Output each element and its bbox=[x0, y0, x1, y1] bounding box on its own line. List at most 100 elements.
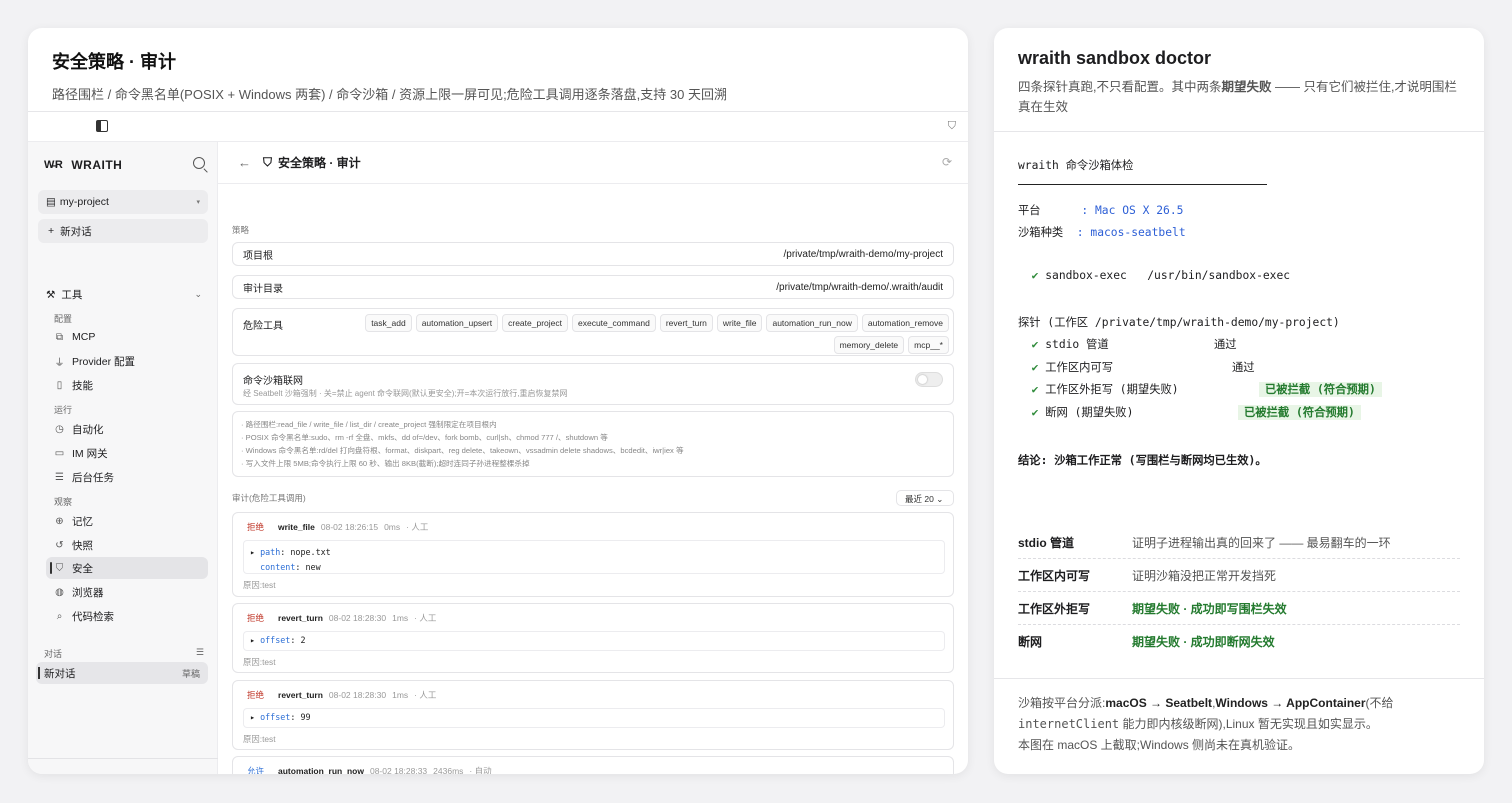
sidebar-item-skills[interactable]: ▯ 技能 bbox=[46, 374, 208, 396]
recent-count-select[interactable]: 最近 20 ⌄ bbox=[896, 490, 954, 506]
sandbox-doctor-card: wraith sandbox doctor 四条探针真跑,不只看配置。其中两条期… bbox=[994, 28, 1484, 774]
brand-name: WRAITH bbox=[71, 158, 123, 172]
setting-title: 命令沙箱联网 bbox=[243, 376, 303, 387]
group-label-run: 运行 bbox=[54, 405, 73, 415]
status-badge: 拒绝 bbox=[247, 613, 265, 623]
sidebar-item-label: Provider 配置 bbox=[72, 355, 136, 368]
conversation-title: 新对话 bbox=[44, 667, 76, 680]
audit-entry[interactable]: 拒绝 revert_turn 08-02 18:28:30 1ms · 人工 ▸… bbox=[232, 603, 954, 673]
status-badge: 允许 bbox=[247, 766, 265, 774]
audit-dir-field: 审计目录 /private/tmp/wraith-demo/.wraith/au… bbox=[232, 275, 954, 299]
card-subtitle: 路径围栏 / 命令黑名单(POSIX + Windows 两套) / 命令沙箱 … bbox=[52, 87, 727, 102]
audit-args: ▸ offset: 2 bbox=[243, 631, 945, 651]
arg-value: new bbox=[305, 562, 321, 572]
audit-reason: 原因:test bbox=[243, 657, 276, 667]
sidebar-item-automation[interactable]: ◷ 自动化 bbox=[46, 418, 208, 440]
probe-name: 工作区外拒写 (期望失败) bbox=[1038, 383, 1179, 396]
probe-result-blocked: 已被拦截 (符合预期) bbox=[1259, 381, 1382, 397]
sidebar-item-browser[interactable]: ◍ 浏览器 bbox=[46, 581, 208, 603]
sandbox-kind-line: 沙箱种类 : macos-seatbelt bbox=[1018, 224, 1186, 240]
blocked-badge: 已被拦截 (符合预期) bbox=[1238, 405, 1361, 420]
duration: 0ms bbox=[384, 522, 401, 532]
policy-note: · 路径围栏:read_file / write_file / list_dir… bbox=[241, 420, 497, 429]
sidebar-item-security[interactable]: ⛉ 安全 bbox=[46, 557, 208, 579]
status-badge: 拒绝 bbox=[247, 690, 265, 700]
sandbox-network-toggle[interactable] bbox=[915, 372, 943, 387]
danger-tool-chip: write_file bbox=[716, 314, 763, 332]
arg-key: offset bbox=[260, 712, 291, 722]
group-label-observe: 观察 bbox=[54, 497, 73, 507]
explanation-key: 断网 bbox=[1018, 635, 1043, 649]
project-selector[interactable]: ▤ my-project ▾ bbox=[38, 190, 208, 214]
danger-tool-chip: execute_command bbox=[571, 314, 656, 332]
audit-entry[interactable]: 拒绝 write_file 08-02 18:26:15 0ms · 人工 ▸ … bbox=[232, 512, 954, 597]
sidebar-item-im-gateway[interactable]: ▭ IM 网关 bbox=[46, 442, 208, 464]
duration: 1ms bbox=[392, 613, 409, 623]
kv-key: 平台 bbox=[1018, 204, 1082, 217]
platform-line: 平台 : Mac OS X 26.5 bbox=[1018, 202, 1183, 218]
plus-icon: + bbox=[48, 225, 55, 237]
footnote-emphasis: Windows → AppContainer bbox=[1215, 696, 1366, 710]
folder-icon: ▤ bbox=[46, 196, 56, 208]
book-icon: ▯ bbox=[56, 379, 63, 391]
sidebar-item-label: 记忆 bbox=[72, 515, 93, 528]
card-title: 安全策略 · 审计 bbox=[52, 52, 176, 72]
conversations-header: 对话 ☰ bbox=[44, 647, 204, 660]
card-subtitle: 四条探针真跑,不只看配置。其中两条期望失败 —— 只有它们被拦住,才说明围栏真在… bbox=[1018, 77, 1460, 117]
timestamp: 08-02 18:28:30 bbox=[328, 613, 387, 623]
shield-icon[interactable]: ⛉ bbox=[948, 120, 956, 133]
source: · 人工 bbox=[414, 690, 437, 700]
sidebar-item-mcp[interactable]: ⧉ MCP bbox=[46, 326, 208, 348]
explanation-row: 工作区外拒写 期望失败 · 成功即写围栏失效 bbox=[1018, 592, 1460, 625]
audit-entry-meta: 拒绝 write_file 08-02 18:26:15 0ms · 人工 bbox=[247, 521, 428, 533]
footnote-line: 沙箱按平台分派:macOS → Seatbelt,Windows → AppCo… bbox=[1018, 693, 1460, 714]
policy-label: 策略 bbox=[232, 225, 250, 235]
conversation-item[interactable]: 新对话 草稿 bbox=[36, 662, 208, 684]
sidebar-toggle-icon[interactable] bbox=[96, 120, 108, 132]
probe-line: ✔ 工作区外拒写 (期望失败) bbox=[1018, 381, 1179, 397]
globe-icon: ◍ bbox=[55, 586, 64, 598]
brand: W̶R WRAITH bbox=[44, 158, 122, 172]
timestamp: 08-02 18:28:33 bbox=[369, 766, 428, 774]
page-title-text: 安全策略 · 审计 bbox=[278, 156, 361, 170]
probe-heading: 探针 (工作区 /private/tmp/wraith-demo/my-proj… bbox=[1018, 316, 1340, 329]
page-title: ⛉ 安全策略 · 审计 bbox=[263, 154, 361, 171]
arg-value: nope.txt bbox=[290, 547, 331, 557]
chevron-down-icon: ⌄ bbox=[936, 494, 944, 504]
status-badge: 拒绝 bbox=[247, 522, 265, 532]
sidebar-item-provider[interactable]: ⏚ Provider 配置 bbox=[46, 350, 208, 372]
audit-entry[interactable]: 拒绝 revert_turn 08-02 18:28:30 1ms · 人工 ▸… bbox=[232, 680, 954, 750]
footnote-text: 沙箱按平台分派: bbox=[1018, 696, 1106, 710]
sidebar-item-label: 后台任务 bbox=[72, 471, 114, 484]
app-titlebar: ⛉ bbox=[28, 112, 968, 142]
audit-entry-meta: 拒绝 revert_turn 08-02 18:28:30 1ms · 人工 bbox=[247, 689, 436, 701]
danger-tool-chip: automation_run_now bbox=[766, 314, 858, 332]
list-icon[interactable]: ☰ bbox=[196, 647, 204, 660]
terminal-heading: wraith 命令沙箱体检 bbox=[1018, 159, 1134, 172]
tools-section-toggle[interactable]: ⚒ 工具 ⌄ bbox=[46, 287, 202, 302]
card-header: 安全策略 · 审计 路径围栏 / 命令黑名单(POSIX + Windows 两… bbox=[28, 28, 968, 112]
sidebar-item-code-search[interactable]: ⌕ 代码检索 bbox=[46, 605, 208, 627]
explanation-row: 工作区内可写 证明沙箱没把正常开发挡死 bbox=[1018, 559, 1460, 592]
new-chat-label: 新对话 bbox=[60, 225, 92, 238]
danger-tool-chip: task_add bbox=[365, 314, 412, 332]
kv-key: 沙箱种类 bbox=[1018, 226, 1077, 239]
draft-badge: 草稿 bbox=[181, 668, 200, 679]
sidebar-item-snapshot[interactable]: ↺ 快照 bbox=[46, 534, 208, 556]
sidebar-item-background-tasks[interactable]: ☰ 后台任务 bbox=[46, 466, 208, 488]
card-header: wraith sandbox doctor 四条探针真跑,不只看配置。其中两条期… bbox=[994, 28, 1484, 132]
source: · 人工 bbox=[414, 613, 437, 623]
explanation-value: 期望失败 · 成功即写围栏失效 bbox=[1132, 601, 1287, 616]
exec-path: sandbox-exec /usr/bin/sandbox-exec bbox=[1038, 269, 1291, 282]
arg-value: 2 bbox=[300, 635, 306, 645]
refresh-icon[interactable]: ⟳ bbox=[942, 155, 952, 169]
tool-name: revert_turn bbox=[278, 690, 323, 700]
terminal-divider bbox=[1018, 184, 1267, 185]
puzzle-icon: ⧉ bbox=[55, 331, 64, 343]
security-policy-card: 安全策略 · 审计 路径围栏 / 命令黑名单(POSIX + Windows 两… bbox=[28, 28, 968, 774]
search-icon[interactable] bbox=[193, 157, 205, 169]
audit-entry[interactable]: 允许 automation_run_now 08-02 18:28:33 243… bbox=[232, 756, 954, 774]
new-chat-button[interactable]: + 新对话 bbox=[38, 219, 208, 243]
sidebar-item-memory[interactable]: ⊕ 记忆 bbox=[46, 510, 208, 532]
back-arrow-icon[interactable]: ← bbox=[238, 155, 251, 170]
